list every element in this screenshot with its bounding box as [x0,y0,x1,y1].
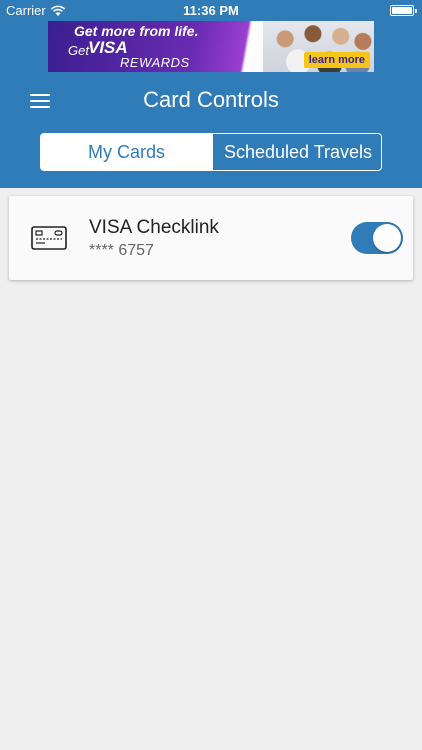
status-bar: Carrier 11:36 PM [0,0,422,22]
tab-my-cards[interactable]: My Cards [41,134,212,170]
toggle-knob [373,224,401,252]
credit-card-icon [31,226,67,250]
nav-bar: Card Controls [0,82,422,122]
app-header: Carrier 11:36 PM Get more from life. Get… [0,0,422,188]
ad-get-text: Get [68,43,89,58]
battery-level [392,7,412,14]
tab-bar: My Cards Scheduled Travels [40,133,382,171]
ad-banner[interactable]: Get more from life. Get VISA REWARDS lea… [48,21,374,72]
tab-scheduled-travels[interactable]: Scheduled Travels [212,134,381,170]
card-name: VISA Checklink [89,217,219,238]
ad-headline: Get more from life. [74,23,199,39]
page-title: Card Controls [143,87,279,112]
battery-icon [390,5,417,16]
ad-learn-more-button[interactable]: learn more [303,52,370,68]
card-number: **** 6757 [89,242,154,259]
clock: 11:36 PM [183,3,239,18]
card-list-item[interactable]: VISA Checklink **** 6757 [9,196,413,280]
card-enabled-toggle[interactable] [351,222,403,254]
ad-rewards-text: REWARDS [120,55,190,70]
